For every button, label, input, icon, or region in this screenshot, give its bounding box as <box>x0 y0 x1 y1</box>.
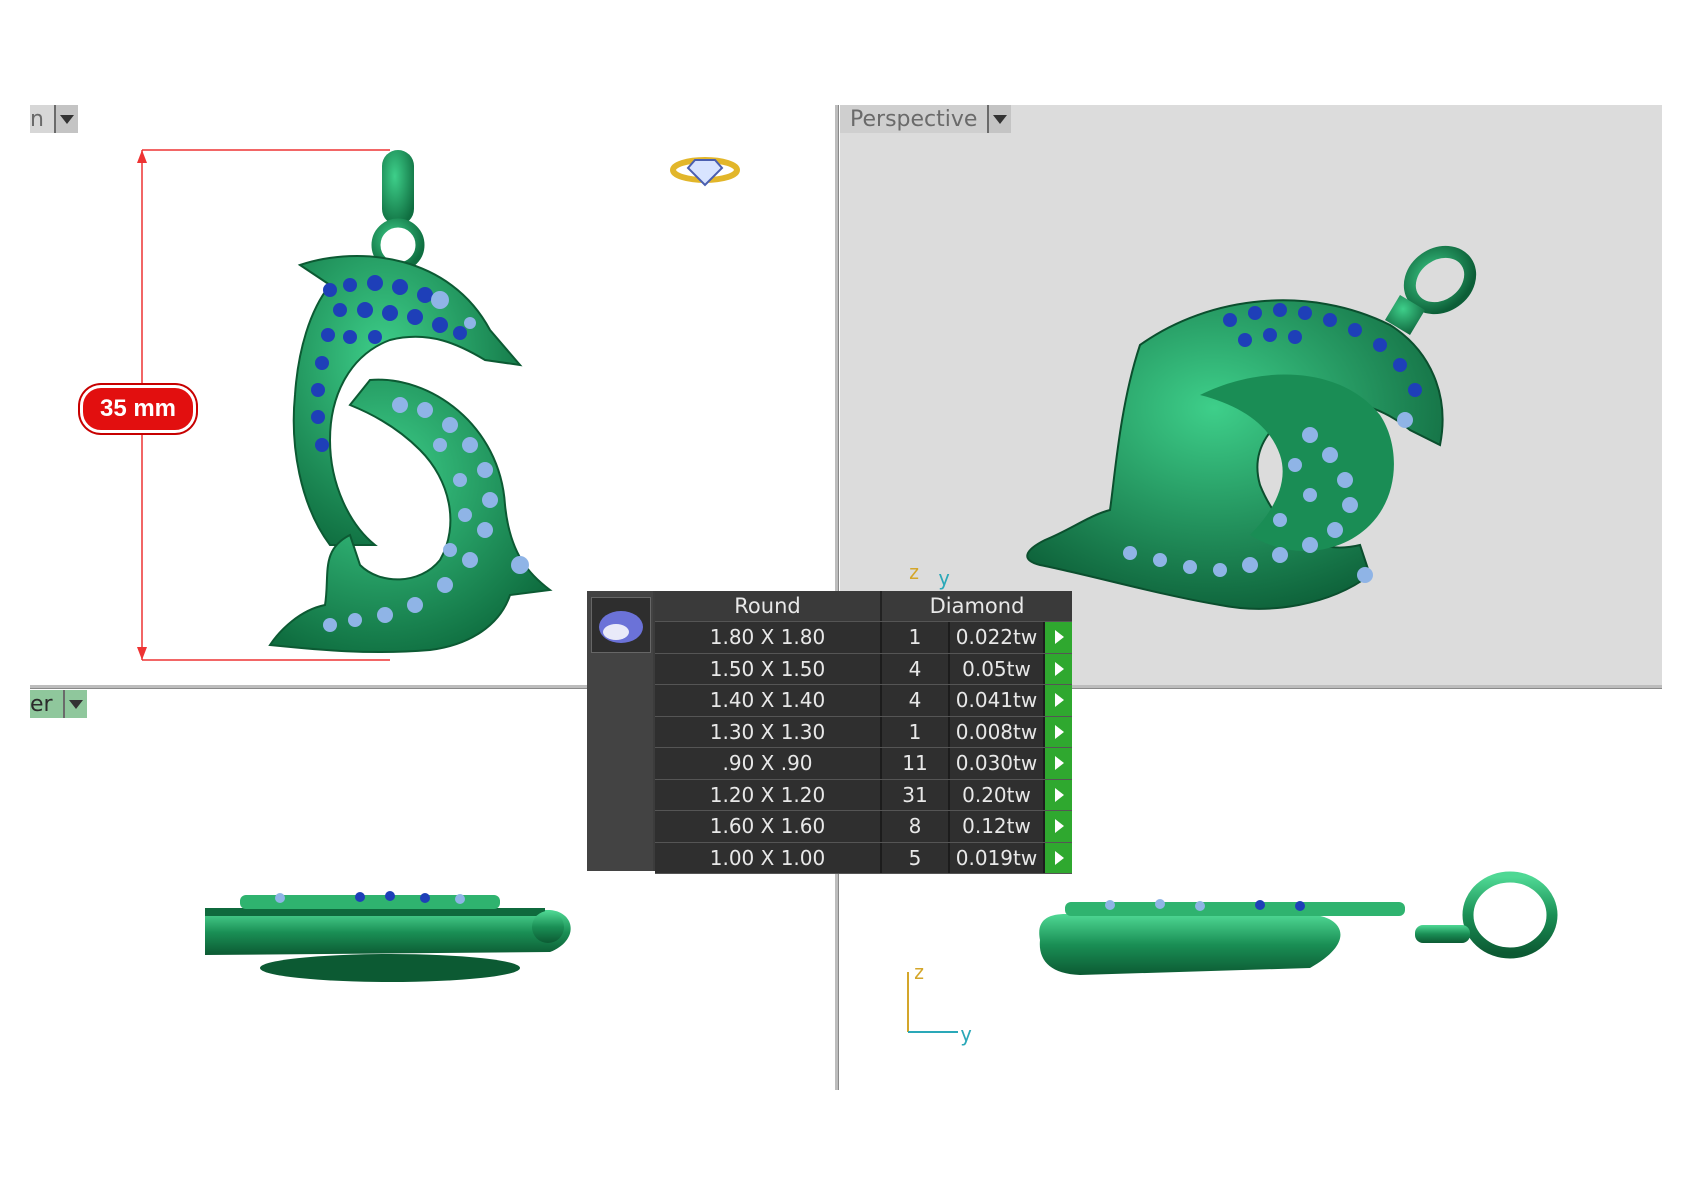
table-row: 1.60 X 1.60 8 0.12tw <box>655 811 1072 843</box>
stone-weight: 0.008tw <box>950 716 1045 747</box>
axis-y-label: y <box>960 1022 973 1046</box>
stone-size: 1.50 X 1.50 <box>655 653 882 684</box>
stone-weight: 0.05tw <box>950 653 1045 684</box>
stone-size: 1.20 X 1.20 <box>655 779 882 810</box>
stone-qty: 4 <box>882 685 950 716</box>
ring-logo <box>670 157 740 187</box>
play-arrow-icon[interactable] <box>1045 622 1072 653</box>
table-row: 1.00 X 1.00 5 0.019tw <box>655 842 1072 874</box>
table-row: 1.20 X 1.20 31 0.20tw <box>655 779 1072 811</box>
stone-qty: 8 <box>882 811 950 842</box>
play-arrow-icon[interactable] <box>1045 779 1072 810</box>
stone-weight: 0.12tw <box>950 811 1045 842</box>
stone-size: 1.30 X 1.30 <box>655 716 882 747</box>
stone-grid: Round Diamond 1.80 X 1.80 1 0.022tw 1.50 X … <box>655 591 1072 874</box>
stone-table-header: Round Diamond <box>655 591 1072 622</box>
play-arrow-icon[interactable] <box>1045 842 1072 873</box>
axis-z-label: z <box>913 960 926 984</box>
stone-size: .90 X .90 <box>655 748 882 779</box>
stone-weight: 0.030tw <box>950 748 1045 779</box>
stone-qty: 31 <box>882 779 950 810</box>
stone-qty: 1 <box>882 716 950 747</box>
stone-weight: 0.022tw <box>950 622 1045 653</box>
table-row: .90 X .90 11 0.030tw <box>655 748 1072 780</box>
table-row: 1.40 X 1.40 4 0.041tw <box>655 685 1072 717</box>
gem-icon <box>591 597 651 653</box>
stone-qty: 5 <box>882 842 950 873</box>
stone-qty: 11 <box>882 748 950 779</box>
dimension-badge: 35 mm <box>80 385 196 433</box>
play-arrow-icon[interactable] <box>1045 653 1072 684</box>
table-row: 1.80 X 1.80 1 0.022tw <box>655 622 1072 654</box>
stone-qty: 1 <box>882 622 950 653</box>
material-header: Diamond <box>929 594 1025 618</box>
play-arrow-icon[interactable] <box>1045 748 1072 779</box>
stone-size: 1.40 X 1.40 <box>655 685 882 716</box>
stone-weight: 0.041tw <box>950 685 1045 716</box>
play-arrow-icon[interactable] <box>1045 685 1072 716</box>
stone-qty: 4 <box>882 653 950 684</box>
stone-report-table: Round Diamond 1.80 X 1.80 1 0.022tw 1.50 X … <box>587 591 1072 874</box>
stone-size: 1.80 X 1.80 <box>655 622 882 653</box>
stone-weight: 0.20tw <box>950 779 1045 810</box>
table-row: 1.30 X 1.30 1 0.008tw <box>655 716 1072 748</box>
shape-header: Round <box>655 591 882 621</box>
axis-y-label-perspective: y <box>938 566 951 590</box>
stone-thumbnail-column <box>587 591 653 871</box>
stone-size: 1.60 X 1.60 <box>655 811 882 842</box>
stone-weight: 0.019tw <box>950 842 1045 873</box>
table-row: 1.50 X 1.50 4 0.05tw <box>655 653 1072 685</box>
play-arrow-icon[interactable] <box>1045 716 1072 747</box>
play-arrow-icon[interactable] <box>1045 811 1072 842</box>
axis-z-label-perspective: z <box>908 560 921 584</box>
stone-size: 1.00 X 1.00 <box>655 842 882 873</box>
